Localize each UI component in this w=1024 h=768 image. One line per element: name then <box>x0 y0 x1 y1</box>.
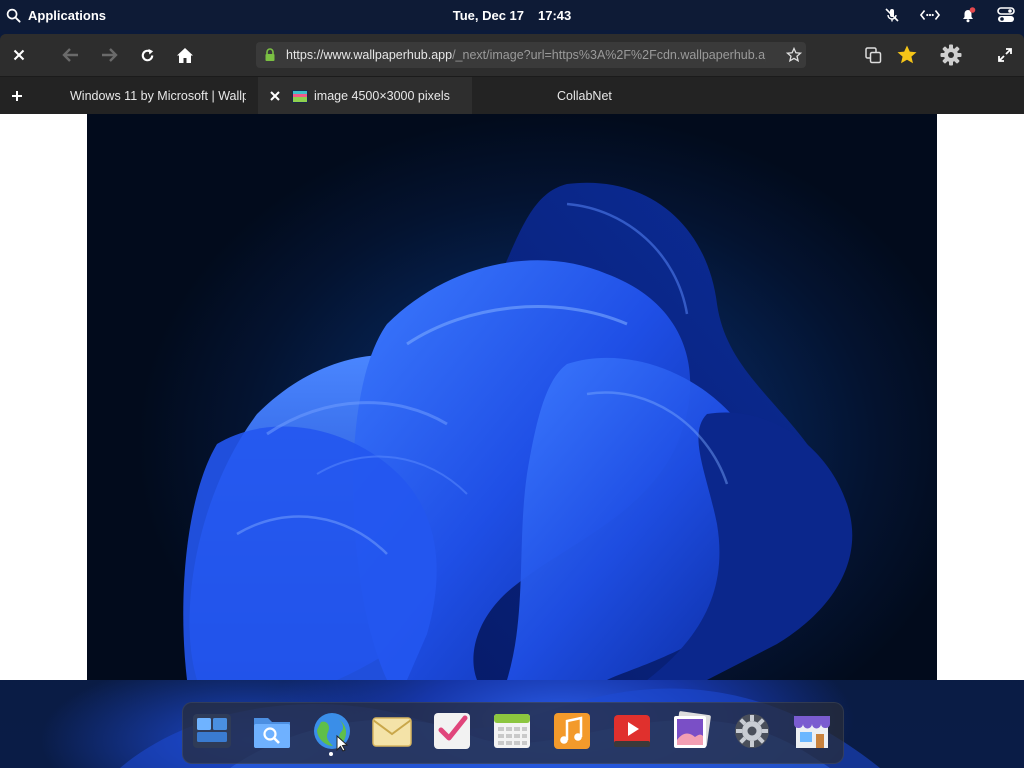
close-window-button[interactable] <box>6 42 32 68</box>
back-button[interactable] <box>58 42 84 68</box>
close-icon <box>270 91 280 101</box>
home-button[interactable] <box>172 42 198 68</box>
music-icon[interactable] <box>551 710 593 752</box>
arrow-right-icon <box>102 48 118 62</box>
copy-icon <box>864 46 881 63</box>
dock <box>182 702 844 764</box>
tab-collabnet[interactable]: CollabNet <box>557 77 677 115</box>
search-icon <box>6 8 21 23</box>
fullscreen-button[interactable] <box>992 42 1018 68</box>
system-indicators <box>882 0 1016 30</box>
top-panel: Applications Tue, Dec 17 17:43 <box>0 0 1024 30</box>
tab-image[interactable]: image 4500×3000 pixels <box>258 77 472 115</box>
copy-button[interactable] <box>860 42 886 68</box>
home-icon <box>177 47 193 63</box>
reload-icon <box>141 48 153 61</box>
plus-icon <box>12 91 22 101</box>
new-tab-button[interactable] <box>4 83 30 109</box>
files-icon[interactable] <box>251 710 293 752</box>
url-bar[interactable]: https://www.wallpaperhub.app/_next/image… <box>256 42 806 68</box>
url-host: https://www.wallpaperhub.app <box>286 48 453 62</box>
page-content <box>0 114 1024 680</box>
forward-button[interactable] <box>96 42 122 68</box>
tasks-icon[interactable] <box>431 710 473 752</box>
mic-muted-icon[interactable] <box>882 5 902 25</box>
reload-button[interactable] <box>134 42 160 68</box>
gear-icon <box>940 44 962 66</box>
close-icon <box>13 49 25 61</box>
tab-label: image 4500×3000 pixels <box>314 89 450 103</box>
tab-label: Windows 11 by Microsoft | Wallpaper <box>70 89 246 103</box>
multitasking-view-icon[interactable] <box>191 710 233 752</box>
browser-window: https://www.wallpaperhub.app/_next/image… <box>0 34 1024 680</box>
running-indicator <box>329 752 333 756</box>
windows-bloom-image <box>183 182 853 680</box>
settings-button[interactable] <box>938 42 964 68</box>
arrow-left-icon <box>62 48 78 62</box>
url-path: /_next/image?url=https%3A%2F%2Fcdn.wallp… <box>452 48 766 62</box>
network-icon[interactable] <box>920 5 940 25</box>
app-center-icon[interactable] <box>791 710 833 752</box>
notifications-icon[interactable] <box>958 5 978 25</box>
bookmarks-button[interactable] <box>894 42 920 68</box>
tab-bar: Windows 11 by Microsoft | Wallpaper imag… <box>0 76 1024 115</box>
applications-menu[interactable]: Applications <box>6 0 106 30</box>
date-label: Tue, Dec 17 <box>452 7 525 23</box>
expand-icon <box>998 48 1012 62</box>
system-settings-icon[interactable] <box>731 710 773 752</box>
image-favicon-icon <box>292 89 308 103</box>
tab-windows-11[interactable]: Windows 11 by Microsoft | Wallpaper <box>70 77 246 115</box>
browser-toolbar: https://www.wallpaperhub.app/_next/image… <box>0 34 1024 76</box>
bookmark-star-icon[interactable] <box>786 47 802 63</box>
videos-icon[interactable] <box>611 710 653 752</box>
url-text: https://www.wallpaperhub.app/_next/image… <box>286 48 766 62</box>
web-browser-icon[interactable] <box>311 710 353 752</box>
tab-label: CollabNet <box>557 89 612 103</box>
close-tab-button[interactable] <box>258 91 292 101</box>
mail-icon[interactable] <box>371 710 413 752</box>
date-time-indicator[interactable]: Tue, Dec 17 17:43 <box>0 0 1024 30</box>
time-label: 17:43 <box>538 7 572 23</box>
calendar-icon[interactable] <box>491 710 533 752</box>
wallpaper-image[interactable] <box>87 114 937 680</box>
photos-icon[interactable] <box>671 710 713 752</box>
lock-icon <box>265 48 275 61</box>
applications-label: Applications <box>28 7 107 23</box>
session-toggle-icon[interactable] <box>996 5 1016 25</box>
star-icon <box>897 45 917 64</box>
